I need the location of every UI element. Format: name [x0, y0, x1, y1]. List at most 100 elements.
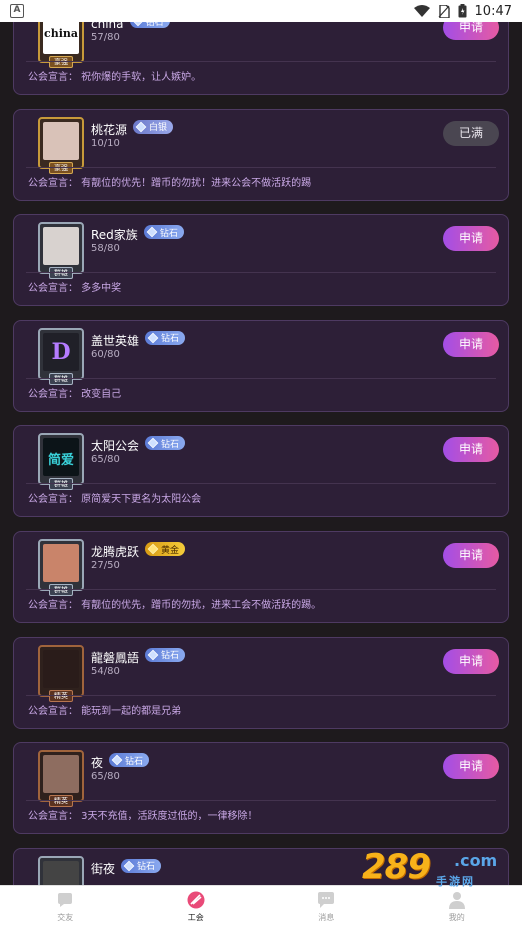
guild-card[interactable]: 简爱 群雄 太阳公会 钻石 65/80 申请 公会宣言： 原简爱天下更名为太阳公会: [13, 425, 509, 518]
guild-name-row: 街夜 钻石: [91, 858, 162, 877]
no-sim-icon: [438, 4, 450, 18]
full-status-button[interactable]: 已满: [443, 120, 499, 146]
guild-level-badge: 钻石: [129, 22, 170, 28]
guild-member-count: 27/50: [91, 560, 120, 571]
guild-member-count: 65/80: [91, 454, 120, 466]
guild-declaration: 公会宣言： 3天不充值，活跃度过低的，一律移除！: [28, 811, 258, 823]
frame-rank-tag: 群雄: [49, 478, 73, 491]
guild-name-row: 龍磐鳳語 钻石: [91, 647, 186, 666]
frame-rank-tag: 群雄: [49, 372, 73, 385]
guild-level-label: 黄金: [161, 545, 180, 556]
frame-rank-tag: 群雄: [49, 267, 73, 280]
guild-level-label: 钻石: [125, 756, 144, 767]
guild-level-label: 钻石: [159, 228, 178, 239]
guild-card[interactable]: D 群雄 盖世英雄 钻石 60/80 申请 公会宣言： 改变自己: [13, 319, 509, 412]
tab-friends-label: 交友: [57, 913, 74, 922]
frame-rank-tag: 豪强: [49, 56, 73, 68]
guild-level-label: 钻石: [161, 439, 180, 450]
guild-member-count: 58/80: [91, 243, 120, 255]
tab-profile-label: 我的: [448, 913, 465, 922]
guild-level-badge: 白银: [133, 119, 174, 134]
friends-icon: [58, 893, 73, 907]
guild-list[interactable]: china 豪强 china 钻石 57/80 申请 公会宣言： 祝你爆的手软，让…: [0, 22, 522, 885]
guild-card[interactable]: 群雄 龙腾虎跃 黄金 27/50 申请 公会宣言： 有靓位的优先，蹭币的勿扰，进来…: [13, 531, 509, 623]
guild-declaration: 公会宣言： 原简爱天下更名为太阳公会: [28, 494, 202, 506]
guild-member-count: 57/80: [91, 32, 120, 43]
clock: 10:47: [474, 3, 512, 19]
guild-name: 桃花源: [91, 122, 128, 137]
watermark-number: 289: [362, 847, 431, 887]
apply-button[interactable]: 申请: [443, 22, 499, 40]
guild-avatar: D: [43, 332, 79, 371]
gem-icon: [123, 860, 135, 872]
guild-declaration: 公会宣言： 多多中奖: [28, 283, 122, 295]
guild-avatar-frame: 群雄: [38, 222, 84, 280]
apply-button[interactable]: 申请: [443, 754, 499, 780]
guild-card[interactable]: china 豪强 china 钻石 57/80 申请 公会宣言： 祝你爆的手软，让…: [13, 22, 509, 95]
guild-name: 盖世英雄: [91, 333, 140, 348]
guild-name-row: 夜 钻石: [91, 753, 150, 771]
guild-level-badge: 钻石: [121, 858, 162, 873]
card-divider: [26, 377, 496, 379]
tab-messages-label: 消息: [318, 913, 335, 922]
gem-icon: [147, 543, 159, 555]
guild-avatar: [43, 649, 79, 688]
frame-rank-tag: 精英: [49, 795, 73, 808]
tab-guild[interactable]: 工会: [131, 886, 262, 928]
guild-card[interactable]: 群雄 Red家族 钻石 58/80 申请 公会宣言： 多多中奖: [13, 214, 509, 307]
card-divider: [26, 166, 496, 168]
guild-name-row: Red家族 钻石: [91, 225, 184, 243]
guild-name: Red家族: [91, 228, 138, 243]
guild-declaration: 公会宣言： 祝你爆的手软，让人嫉妒。: [28, 72, 202, 83]
guild-name: 夜: [91, 756, 104, 771]
guild-card[interactable]: 精英 龍磐鳳語 钻石 54/80 申请 公会宣言： 能玩到一起的都是兄弟: [13, 636, 509, 729]
apply-button[interactable]: 申请: [443, 226, 499, 252]
watermark-domain: .com: [454, 851, 498, 870]
card-divider: [26, 61, 496, 62]
guild-avatar: [43, 544, 79, 582]
message-icon: [318, 892, 335, 908]
guild-member-count: 10/10: [91, 137, 120, 149]
guild-member-count: 65/80: [91, 771, 120, 783]
guild-level-badge: 钻石: [143, 225, 184, 240]
guild-level-label: 钻石: [137, 862, 156, 873]
guild-avatar-frame: [38, 855, 84, 885]
gem-icon: [147, 332, 159, 344]
gem-icon: [132, 22, 143, 27]
guild-declaration: 公会宣言： 能玩到一起的都是兄弟: [28, 705, 182, 717]
guild-member-count: 60/80: [91, 348, 120, 360]
guild-avatar: [43, 227, 79, 266]
guild-avatar-frame: china 豪强: [38, 22, 84, 68]
guild-name-row: 龙腾虎跃 黄金: [91, 542, 186, 560]
guild-avatar-frame: D 群雄: [38, 327, 84, 385]
frame-rank-tag: 精英: [49, 689, 73, 702]
guild-card[interactable]: 豪强 桃花源 白银 10/10 已满 公会宣言： 有靓位的优先！蹭币的勿扰！进来公…: [13, 108, 509, 201]
guild-icon: [187, 891, 205, 909]
guild-avatar-frame: 精英: [38, 644, 84, 702]
frame-rank-tag: 群雄: [49, 584, 73, 596]
gem-icon: [146, 226, 158, 238]
tab-guild-label: 工会: [187, 913, 204, 922]
tab-friends[interactable]: 交友: [0, 886, 131, 928]
guild-avatar: [43, 121, 79, 160]
app-notification-icon: A: [10, 4, 24, 18]
guild-level-badge: 黄金: [145, 542, 186, 556]
watermark-subtitle: 手游网: [436, 875, 475, 888]
guild-card[interactable]: 精英 夜 钻石 65/80 申请 公会宣言： 3天不充值，活跃度过低的，一律移除！: [13, 742, 509, 835]
battery-icon: [458, 4, 467, 18]
guild-name: 街夜: [91, 861, 116, 876]
guild-level-badge: 钻石: [109, 753, 150, 768]
apply-button[interactable]: 申请: [443, 543, 499, 568]
profile-icon: [448, 892, 465, 909]
gem-icon: [147, 649, 159, 660]
guild-avatar-frame: 简爱 群雄: [38, 433, 84, 491]
guild-declaration: 公会宣言： 有靓位的优先，蹭币的勿扰，进来工会不做活跃的踢。: [28, 600, 322, 611]
card-divider: [26, 694, 496, 696]
apply-button[interactable]: 申请: [443, 331, 499, 357]
apply-button[interactable]: 申请: [443, 648, 499, 674]
guild-avatar: china: [43, 22, 79, 54]
guild-avatar-text: D: [51, 338, 71, 365]
guild-member-count: 54/80: [91, 665, 120, 677]
apply-button[interactable]: 申请: [443, 437, 499, 463]
guild-avatar: [43, 755, 79, 794]
